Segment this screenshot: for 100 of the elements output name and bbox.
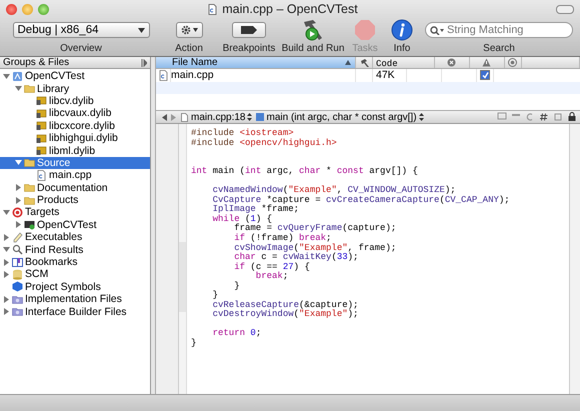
toolbar-toggle-button[interactable]	[556, 4, 574, 14]
toolbar-label: Build and Run	[282, 43, 344, 54]
hammer-icon[interactable]	[360, 58, 368, 67]
breakpoint-icon	[241, 26, 257, 34]
breakpoints-button[interactable]	[232, 22, 266, 38]
warning-icon[interactable]	[482, 58, 491, 67]
target-icon[interactable]	[508, 58, 517, 67]
sidebar-item[interactable]: Bookmarks	[0, 256, 150, 268]
error-icon[interactable]	[447, 58, 456, 67]
code-line: #include <opencv/highgui.h>	[191, 138, 338, 148]
file-name[interactable]: main.cpp	[171, 69, 214, 82]
target-icon	[12, 206, 23, 218]
disclosure-triangle-icon[interactable]	[3, 296, 10, 303]
scrollbar[interactable]	[569, 124, 580, 394]
disclosure-triangle-icon[interactable]	[3, 270, 10, 278]
code-line: cvDestroyWindow("Example");	[212, 310, 360, 320]
code-line: #include <iostream>	[191, 129, 295, 138]
action-button[interactable]	[176, 22, 202, 38]
sidebar-item[interactable]: Products	[0, 194, 150, 206]
dropdown-arrow-icon	[138, 28, 144, 32]
library-icon	[36, 145, 47, 156]
back-arrow-icon[interactable]	[162, 114, 167, 120]
sidebar-item[interactable]: main.cpp	[0, 169, 150, 182]
smart-folder-icon	[12, 306, 23, 318]
sidebar-item[interactable]: Implementation Files	[0, 293, 150, 306]
document-icon	[207, 4, 218, 14]
toolbar-label: Info	[394, 43, 410, 54]
code-line: return 0;	[212, 329, 262, 340]
smart-folder-icon	[12, 294, 23, 305]
sidebar-item[interactable]: Project Symbols	[0, 280, 150, 294]
disclosure-triangle-icon[interactable]	[3, 72, 10, 80]
code-line: cvNamedWindow("Example", CV_WINDOW_AUTOSIZE);	[212, 186, 457, 196]
disclosure-triangle-icon[interactable]	[15, 159, 22, 166]
copy-icon[interactable]	[553, 112, 563, 122]
disclosure-triangle-icon[interactable]	[15, 184, 22, 192]
scheme-popup[interactable]: Debug | x86_64	[12, 22, 150, 38]
code-line: if (!frame) break;	[233, 234, 332, 244]
code-line: cvReleaseCapture(&capture);	[212, 300, 360, 310]
sidebar-item[interactable]: SCM	[0, 268, 150, 281]
sidebar-item[interactable]: Interface Builder Files	[0, 305, 150, 318]
search-icon	[12, 244, 23, 256]
column-header[interactable]: Code	[373, 57, 434, 68]
function-icon	[256, 113, 264, 121]
collapse-icon[interactable]	[141, 58, 147, 66]
sidebar-header: Groups & Files	[3, 57, 70, 68]
file-popup[interactable]: main.cpp:18	[180, 112, 252, 122]
lock-icon[interactable]	[567, 112, 577, 122]
class-menu-icon[interactable]	[525, 112, 535, 122]
code-line: char c = cvWaitKey(33);	[233, 253, 360, 262]
sidebar-item[interactable]: libcxcore.dylib	[0, 120, 150, 132]
disclosure-triangle-icon[interactable]	[15, 221, 22, 228]
folder-icon	[24, 83, 35, 94]
code-line: }	[191, 339, 198, 349]
disclosure-triangle-icon[interactable]	[3, 258, 10, 266]
toolbar-label: Search	[483, 43, 515, 54]
stepper-icon	[247, 113, 252, 121]
checkbox[interactable]	[480, 70, 490, 80]
disclosure-triangle-icon[interactable]	[3, 308, 10, 316]
disclosure-triangle-icon[interactable]	[15, 196, 22, 204]
sidebar-item[interactable]: Executables	[0, 231, 150, 244]
code-line: IplImage *frame;	[212, 205, 300, 214]
disclosure-triangle-icon[interactable]	[3, 208, 10, 216]
toolbar-label: Tasks	[352, 43, 378, 54]
library-icon	[36, 132, 47, 144]
sidebar-item[interactable]: Documentation	[0, 182, 150, 194]
code-line: frame = cvQueryFrame(capture);	[233, 224, 398, 234]
search-field[interactable]: String Matching	[425, 22, 573, 38]
caret-icon	[192, 28, 198, 32]
code-line: cvShowImage("Example", frame);	[233, 244, 398, 253]
sidebar-item[interactable]: libcv.dylib	[0, 94, 150, 108]
sidebar-item[interactable]: Library	[0, 82, 150, 95]
sidebar-item[interactable]: Find Results	[0, 243, 150, 256]
code-line: }	[212, 291, 220, 300]
toolbar-label: Breakpoints	[222, 43, 276, 54]
toolbar-label: Overview	[60, 43, 102, 54]
disclosure-triangle-icon[interactable]	[3, 234, 10, 241]
bookmark-menu-icon[interactable]	[497, 112, 507, 122]
column-header[interactable]: File Name	[156, 57, 356, 68]
sidebar-item[interactable]: OpenCVTest	[0, 218, 150, 232]
disclosure-triangle-icon[interactable]	[3, 246, 10, 254]
disclosure-triangle-icon[interactable]	[15, 85, 22, 92]
library-icon	[36, 120, 47, 132]
folder-icon	[24, 194, 35, 206]
sort-arrow-icon	[345, 60, 351, 65]
application-icon	[24, 219, 35, 230]
code-line: while (1) {	[212, 214, 274, 224]
search-icon	[430, 26, 444, 34]
sidebar-item[interactable]: libcvaux.dylib	[0, 107, 150, 120]
library-icon	[36, 108, 47, 119]
sidebar-item[interactable]: libml.dylib	[0, 144, 150, 157]
function-popup[interactable]: main (int argc, char * const argv[])	[256, 112, 424, 122]
sidebar-item[interactable]: OpenCVTest	[0, 70, 150, 82]
sidebar-item[interactable]: libhighgui.dylib	[0, 132, 150, 144]
gear-icon	[180, 25, 190, 35]
sidebar-item[interactable]: Targets	[0, 206, 150, 219]
close-button[interactable]	[6, 4, 17, 14]
include-menu-icon[interactable]	[539, 112, 549, 122]
info-icon[interactable]	[391, 19, 413, 41]
sidebar-item[interactable]: Source	[0, 156, 150, 170]
book-icon	[12, 256, 23, 268]
